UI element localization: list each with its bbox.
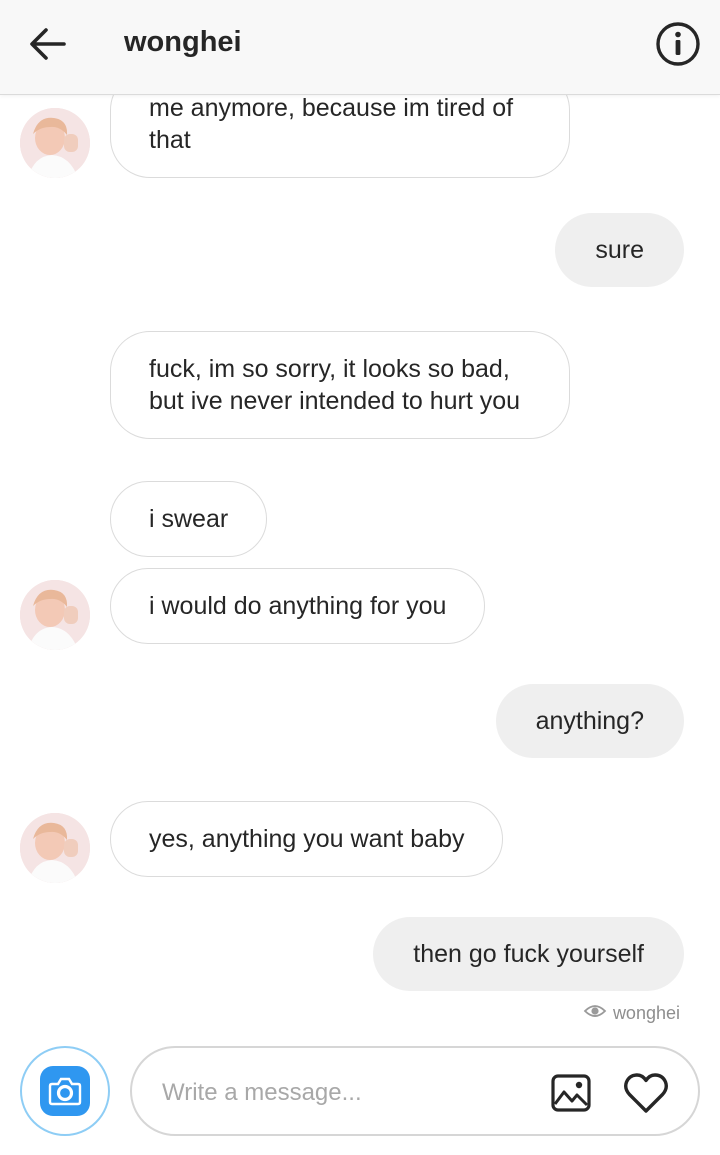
heart-button[interactable] <box>620 1068 672 1118</box>
chat-title[interactable]: wonghei <box>124 26 242 59</box>
gallery-icon <box>551 1074 591 1112</box>
back-button[interactable] <box>24 22 72 66</box>
message-bubble-incoming[interactable]: i would do anything for you <box>110 568 486 644</box>
seen-by-username: wonghei <box>612 1003 680 1023</box>
message-bubble-outgoing[interactable]: anything? <box>495 684 684 758</box>
avatar-photo <box>20 580 90 650</box>
back-arrow-icon <box>30 28 66 60</box>
message-thread[interactable]: me anymore, because im tired of that sur… <box>0 0 720 1040</box>
avatar-photo <box>20 108 90 178</box>
message-bubble-incoming[interactable]: fuck, im so sorry, it looks so bad, but … <box>110 331 570 439</box>
message-composer <box>130 1046 700 1136</box>
message-bubble-incoming[interactable]: yes, anything you want baby <box>110 801 504 877</box>
info-button[interactable] <box>654 20 702 68</box>
camera-icon <box>40 1066 90 1116</box>
avatar[interactable] <box>20 580 90 650</box>
avatar[interactable] <box>20 108 90 178</box>
avatar-photo <box>20 813 90 883</box>
message-input[interactable] <box>160 1070 534 1116</box>
seen-indicator: wonghei <box>583 1002 680 1025</box>
message-bubble-outgoing[interactable]: sure <box>555 213 684 287</box>
gallery-button[interactable] <box>546 1068 596 1118</box>
chat-header: wonghei <box>0 0 720 95</box>
camera-button[interactable] <box>20 1046 110 1136</box>
info-icon <box>656 22 700 66</box>
message-bubble-outgoing[interactable]: then go fuck yourself <box>373 917 684 991</box>
dm-thread-screen: me anymore, because im tired of that sur… <box>0 0 720 1155</box>
message-bubble-incoming[interactable]: i swear <box>110 481 268 557</box>
avatar[interactable] <box>20 813 90 883</box>
seen-eye-icon <box>583 1002 607 1025</box>
heart-icon <box>624 1073 668 1113</box>
